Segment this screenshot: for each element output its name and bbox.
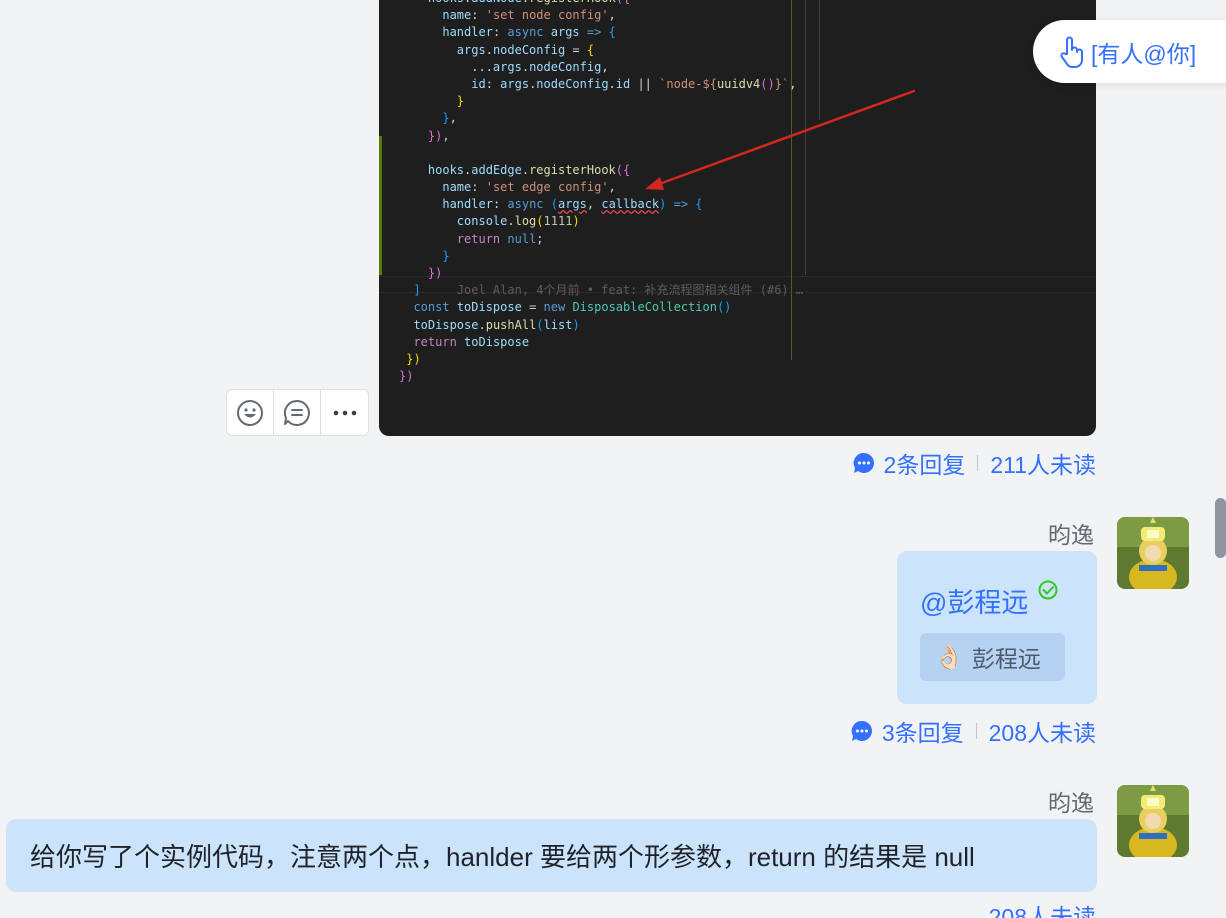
emoji-reaction-button[interactable] — [227, 390, 274, 435]
message-bubble[interactable]: @彭程远 👌🏻 彭程远 — [897, 551, 1097, 704]
reaction-chip[interactable]: 👌🏻 彭程远 — [920, 633, 1065, 681]
mention-user-link[interactable]: @彭程远 — [920, 581, 1028, 620]
avatar[interactable] — [1117, 517, 1189, 589]
unread-count-link[interactable]: 211人未读 — [990, 446, 1096, 480]
ok-hand-emoji-icon: 👌🏻 — [934, 643, 964, 671]
reply-bubble-icon — [850, 719, 874, 743]
sender-name[interactable]: 昀逸 — [1048, 784, 1094, 818]
unread-count-link[interactable]: 208人未读 — [989, 898, 1096, 918]
sender-name[interactable]: 昀逸 — [1048, 516, 1094, 550]
more-icon — [333, 410, 356, 415]
reply-bubble-icon — [852, 451, 876, 475]
avatar[interactable] — [1117, 785, 1189, 857]
code-screenshot-image[interactable]: hooks.addNode.registerHook({ name: 'set … — [379, 0, 1096, 436]
mention-jump-banner[interactable]: [有人@你] — [1033, 20, 1226, 83]
reply-count-link[interactable]: 3条回复 — [882, 714, 964, 748]
read-check-icon — [1038, 580, 1058, 600]
mention-banner-label: [有人@你] — [1091, 40, 1197, 67]
message-meta-row: 208人未读 — [989, 898, 1096, 918]
message-text: 给你写了个实例代码，注意两个点，hanlder 要给两个形参数，return 的… — [30, 842, 975, 872]
reply-thread-button[interactable] — [274, 390, 321, 435]
pointing-hand-icon — [1060, 36, 1083, 68]
message-meta-row: 3条回复 208人未读 — [850, 714, 1096, 748]
reply-count-link[interactable]: 2条回复 — [884, 446, 966, 480]
reply-thread-icon — [283, 399, 310, 426]
red-annotation-arrow — [645, 89, 916, 190]
message-meta-row: 2条回复 211人未读 — [852, 446, 1096, 480]
divider — [977, 455, 979, 471]
message-hover-toolbar — [226, 389, 369, 436]
reaction-user: 彭程远 — [971, 646, 1041, 672]
message-bubble[interactable]: 给你写了个实例代码，注意两个点，hanlder 要给两个形参数，return 的… — [6, 819, 1097, 892]
scrollbar-thumb[interactable] — [1215, 498, 1226, 558]
more-actions-button[interactable] — [321, 390, 368, 435]
divider — [975, 723, 977, 739]
unread-count-link[interactable]: 208人未读 — [989, 714, 1096, 748]
emoji-reaction-icon — [237, 399, 263, 426]
